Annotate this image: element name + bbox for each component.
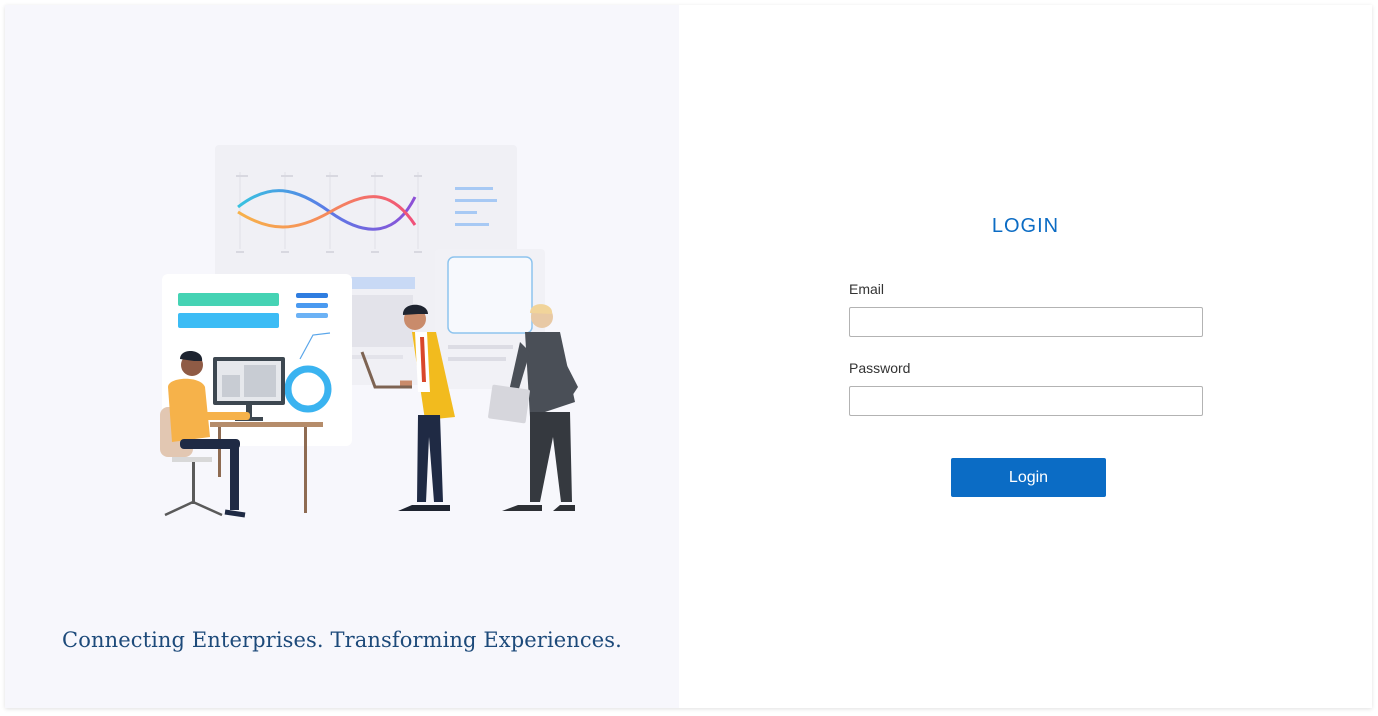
tagline: Connecting Enterprises. Transforming Exp… <box>62 628 622 652</box>
password-field[interactable] <box>849 386 1203 416</box>
password-label: Password <box>849 360 911 376</box>
email-field[interactable] <box>849 307 1203 337</box>
login-button[interactable]: Login <box>951 458 1106 497</box>
login-title: LOGIN <box>991 215 1060 237</box>
branding-panel: Connecting Enterprises. Transforming Exp… <box>5 5 679 708</box>
team-analytics-illustration <box>160 145 578 518</box>
login-page: Connecting Enterprises. Transforming Exp… <box>5 5 1372 708</box>
email-label: Email <box>849 281 885 297</box>
login-panel: LOGIN Email Password Login <box>679 5 1372 708</box>
